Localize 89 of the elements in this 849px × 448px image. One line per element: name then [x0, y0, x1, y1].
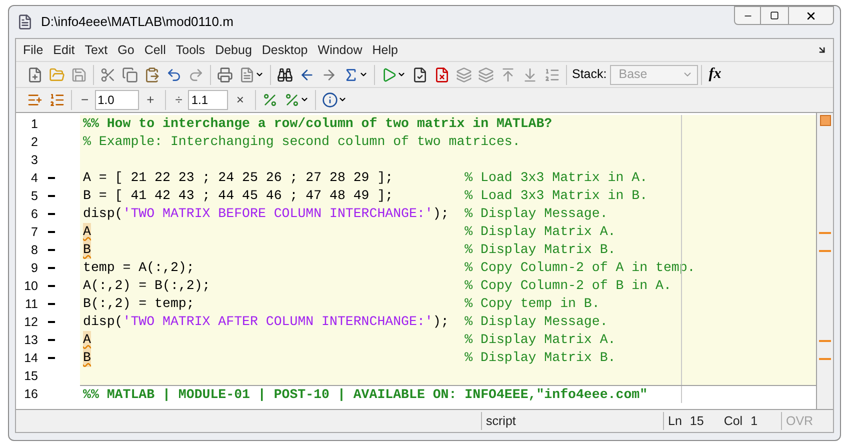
status-indicator-icon: [820, 115, 830, 126]
line-number: 9: [30, 260, 38, 277]
code-text: A = [ 21 22 23 ; 24 25 26 ; 27 28 29 ];: [83, 169, 394, 187]
caret-icon: [397, 70, 406, 79]
code-text: A(:,2) = B(:,2);: [83, 277, 210, 295]
code-comment: % Copy Column-2 of B in A.: [464, 277, 672, 295]
code-text: temp = A(:,2);: [83, 259, 194, 277]
line-number: 1: [30, 116, 38, 133]
function-button[interactable]: fx: [704, 63, 726, 86]
warning-marker[interactable]: [819, 358, 831, 360]
maximize-button[interactable]: [761, 6, 788, 25]
line-number: 14: [23, 350, 38, 367]
line-number: 5: [30, 188, 38, 205]
warning-variable: A: [83, 331, 91, 349]
code-comment: % Load 3x3 Matrix in A.: [464, 169, 648, 187]
cell-title: %% How to interchange a row/column of two matrix in MATLAB?: [83, 115, 552, 133]
line-number: 16: [23, 386, 38, 403]
line-number: 10: [23, 278, 38, 295]
scale-field[interactable]: 1.1: [188, 90, 228, 110]
code-comment: % Display Matrix A.: [464, 331, 616, 349]
line-number: 2: [30, 134, 38, 151]
code-comment: % Display Message.: [464, 205, 608, 223]
code-comment: % Display Matrix B.: [464, 241, 616, 259]
string-literal: 'TWO MATRIX BEFORE COLUMN INTERCHANGE:': [122, 205, 433, 223]
run-icon: [381, 66, 397, 82]
menu-item[interactable]: Cell: [139, 40, 171, 60]
code-comment: % Example: Interchanging second column of two matrices.: [83, 133, 520, 151]
menu-item[interactable]: Desktop: [256, 40, 313, 60]
line-number: 12: [23, 314, 38, 331]
code-comment: % Display Message.: [464, 313, 608, 331]
caret-icon: [338, 95, 347, 104]
increment-button[interactable]: +: [138, 90, 162, 110]
step-field[interactable]: 1.0: [94, 90, 139, 110]
code-text: B = [ 41 42 43 ; 44 45 46 ; 47 48 49 ];: [83, 187, 394, 205]
line-number: 7: [30, 224, 38, 241]
cell-title: %% MATLAB | MODULE-01 | POST-10 | AVAILABLE ON: INFO4EEE,"info4eee.com": [83, 386, 648, 404]
warning-marker[interactable]: [819, 250, 831, 252]
document-icon: [17, 14, 33, 30]
overwrite-indicator: OVR: [781, 412, 814, 430]
line-number: 15: [23, 368, 38, 385]
warning-variable: B: [83, 241, 91, 259]
close-button[interactable]: [788, 6, 834, 25]
menu-item[interactable]: File: [18, 40, 48, 60]
arrow-icon[interactable]: [817, 45, 827, 55]
line-number: 3: [30, 152, 38, 169]
warning-marker[interactable]: [819, 340, 831, 342]
percent-minus-icon: [284, 92, 300, 108]
warning-variable: B: [83, 349, 91, 367]
code-text: disp(: [83, 313, 123, 331]
divide-button[interactable]: ÷: [169, 90, 188, 110]
menu-item[interactable]: Edit: [48, 40, 80, 60]
code-text: disp(: [83, 205, 123, 223]
line-number: 8: [30, 242, 38, 259]
warning-variable: A: [83, 223, 91, 241]
caret-icon: [300, 95, 309, 104]
decrement-button[interactable]: −: [75, 90, 95, 110]
line-label: Ln: [668, 412, 682, 430]
menu-item[interactable]: Text: [80, 40, 113, 60]
code-text: );: [432, 205, 449, 223]
code-comment: % Display Matrix B.: [464, 349, 616, 367]
line-number: 4: [30, 170, 38, 187]
menu-item[interactable]: Go: [112, 40, 140, 60]
line-number: 11: [24, 296, 38, 313]
code-comment: % Load 3x3 Matrix in B.: [464, 187, 648, 205]
close-icon: [805, 10, 817, 22]
info-icon: [322, 92, 338, 108]
line-number: 6: [30, 206, 38, 223]
file-type-field: script: [481, 412, 663, 430]
code-comment: % Display Matrix A.: [464, 223, 616, 241]
string-literal: 'TWO MATRIX AFTER COLUMN INTERNCHANGE:': [122, 313, 433, 331]
menu-item[interactable]: Tools: [170, 40, 210, 60]
window-title: D:\info4eee\MATLAB\mod0110.m: [41, 13, 234, 32]
document-icon: [239, 66, 255, 82]
code-text: );: [432, 313, 449, 331]
code-comment: % Copy temp in B.: [464, 295, 600, 313]
code-text: B(:,2) = temp;: [83, 295, 194, 313]
menu-item[interactable]: Help: [367, 40, 403, 60]
menu-item[interactable]: Window: [312, 40, 368, 60]
line-number: 13: [23, 332, 38, 349]
caret-icon: [359, 70, 368, 79]
warning-marker[interactable]: [819, 232, 831, 234]
multiply-button[interactable]: ×: [228, 90, 252, 110]
maximize-icon: [770, 11, 779, 20]
caret-icon: [255, 70, 264, 79]
menu-item[interactable]: Debug: [210, 40, 257, 60]
column-label: Col: [724, 412, 743, 430]
column-value: 1: [750, 412, 758, 430]
stack-label: Stack:: [572, 66, 607, 84]
line-value: 15: [690, 412, 704, 430]
